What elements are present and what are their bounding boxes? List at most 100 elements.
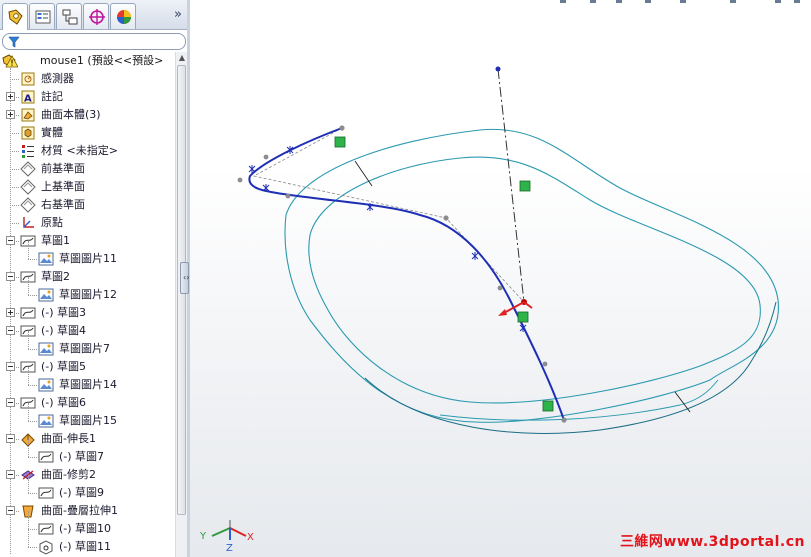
triad-y-label: Y	[199, 531, 207, 542]
tree-item[interactable]: 曲面本體(3)	[0, 106, 174, 124]
tree-item-label: 草圖圖片11	[59, 252, 117, 265]
view-triad[interactable]	[211, 520, 247, 540]
tree-expand-toggle[interactable]	[6, 110, 15, 119]
surface-seam-line-2	[674, 391, 691, 413]
tree-branch-line	[28, 421, 37, 422]
tree-expand-toggle[interactable]	[6, 272, 15, 281]
plane-icon	[20, 197, 36, 213]
tree-item-label: 草圖1	[41, 234, 70, 247]
tree-item[interactable]: 草圖圖片11	[0, 241, 174, 268]
dimxpert-manager-tab[interactable]	[83, 3, 109, 29]
tree-item[interactable]: 曲面-疊層拉伸1	[0, 502, 174, 520]
tree-item-label: 草圖圖片15	[59, 414, 117, 427]
heads-up-toolbar-edge[interactable]	[560, 0, 800, 3]
material-icon	[22, 145, 34, 158]
tree-item[interactable]: 材質 <未指定>	[0, 142, 174, 160]
filter-bar	[0, 31, 188, 51]
tree-branch-line	[28, 367, 29, 385]
tree-item[interactable]: 曲面-修剪2	[0, 466, 174, 484]
property-manager-icon	[35, 10, 51, 24]
tree-expand-toggle[interactable]	[6, 470, 15, 479]
centerline-endpoint[interactable]	[495, 66, 501, 72]
sketch-icon	[20, 307, 36, 319]
tree-item[interactable]: 草圖2	[0, 268, 174, 286]
property-manager-tab[interactable]	[29, 3, 55, 29]
tree-expand-toggle[interactable]	[6, 506, 15, 515]
model-scene[interactable]: Y X Z	[190, 0, 811, 557]
surface-lower-edge-2	[439, 379, 719, 421]
tree-expand-toggle[interactable]	[6, 398, 15, 407]
feature-manager-icon	[8, 9, 23, 25]
tree-item-label: 原點	[41, 216, 63, 229]
tree-item-label: 註記	[41, 90, 63, 103]
tree-item[interactable]: 感測器	[0, 70, 174, 88]
feature-tree: mouse1 (預設<<預設> 感測器 A 註記曲面本體(3) 實體 材質 <未指定> 前基…	[0, 52, 174, 557]
more-tabs-button[interactable]: »	[174, 7, 182, 22]
tree-item[interactable]: 原點	[0, 214, 174, 232]
tree-item[interactable]: 草圖圖片7	[0, 331, 174, 358]
svg-text:A: A	[24, 94, 32, 105]
display-manager-tab[interactable]	[110, 3, 136, 29]
tree-item-label: 曲面-疊層拉伸1	[41, 504, 118, 517]
tree-branch-line	[28, 331, 29, 349]
tree-item[interactable]: 前基準面	[0, 160, 174, 178]
tree-item[interactable]: (-) 草圖3	[0, 304, 174, 322]
tree-expand-toggle[interactable]	[6, 236, 15, 245]
tree-branch-line	[28, 385, 37, 386]
tree-item-label: (-) 草圖7	[59, 450, 105, 463]
tree-expand-toggle[interactable]	[6, 434, 15, 443]
tree-item-label: 曲面-伸長1	[41, 432, 96, 445]
dimxpert-icon	[89, 9, 105, 25]
tree-item[interactable]: (-) 草圖7	[0, 439, 174, 466]
tree-branch-line	[28, 493, 37, 494]
tree-item[interactable]: (-) 草圖11	[0, 529, 174, 556]
tree-root-part[interactable]: mouse1 (預設<<預設>	[0, 52, 174, 70]
feature-filter-input[interactable]	[2, 33, 186, 50]
site-watermark: 三維网www.3dportal.cn	[619, 534, 805, 550]
feature-tree-scrollbar[interactable]: ▲	[175, 52, 187, 557]
tree-item[interactable]: 草圖圖片14	[0, 367, 174, 394]
tree-item[interactable]: 右基準面	[0, 196, 174, 214]
sketch-spline-curve[interactable]	[248, 127, 565, 421]
tree-item[interactable]: 實體	[0, 124, 174, 142]
tree-item[interactable]: 草圖1	[0, 232, 174, 250]
tree-item[interactable]: 上基準面	[0, 178, 174, 196]
graphics-area[interactable]: Y X Z 三維网www.3dportal.cn	[190, 0, 811, 557]
tree-expand-toggle[interactable]	[6, 308, 15, 317]
tree-branch-line	[10, 223, 19, 224]
tree-item[interactable]: (-) 草圖4	[0, 322, 174, 340]
tree-root-label: mouse1 (預設<<預設>	[40, 54, 164, 67]
tree-expand-toggle[interactable]	[6, 362, 15, 371]
tree-item[interactable]: (-) 草圖6	[0, 394, 174, 412]
surface-outer-edge	[284, 128, 779, 423]
tree-branch-line	[28, 349, 37, 350]
sketch-picture-icon	[38, 252, 54, 266]
tree-expand-toggle[interactable]	[6, 92, 15, 101]
tree-item[interactable]: 草圖圖片12	[0, 277, 174, 304]
tree-item-label: 右基準面	[41, 198, 85, 211]
tree-item-label: 感測器	[41, 72, 74, 85]
tree-item[interactable]: A 註記	[0, 88, 174, 106]
tree-item[interactable]: (-) 草圖5	[0, 358, 174, 376]
surface-seam-line	[354, 160, 373, 187]
display-manager-icon	[117, 10, 131, 24]
tree-branch-line	[28, 547, 37, 548]
tree-branch-line	[28, 241, 29, 259]
tree-branch-line	[10, 205, 19, 206]
configuration-manager-tab[interactable]	[56, 3, 82, 29]
tree-branch-line	[28, 277, 29, 295]
tree-branch-line	[28, 529, 29, 547]
tree-item[interactable]: 草圖圖片15	[0, 403, 174, 430]
green-drag-handles[interactable]	[334, 136, 554, 412]
tree-item-label: (-) 草圖4	[41, 324, 87, 337]
collapse-panel-handle[interactable]: ‹›	[180, 262, 189, 294]
tree-branch-line	[10, 169, 19, 170]
configuration-manager-icon	[62, 9, 78, 25]
feature-manager-tab[interactable]	[2, 3, 28, 30]
tree-branch-line	[28, 403, 29, 421]
tree-item[interactable]: (-) 草圖9	[0, 475, 174, 502]
tree-expand-toggle[interactable]	[6, 326, 15, 335]
tree-item[interactable]: 曲面-伸長1	[0, 430, 174, 448]
tree-item[interactable]: (-) 草圖10	[0, 511, 174, 538]
triad-x-label: X	[247, 532, 254, 543]
